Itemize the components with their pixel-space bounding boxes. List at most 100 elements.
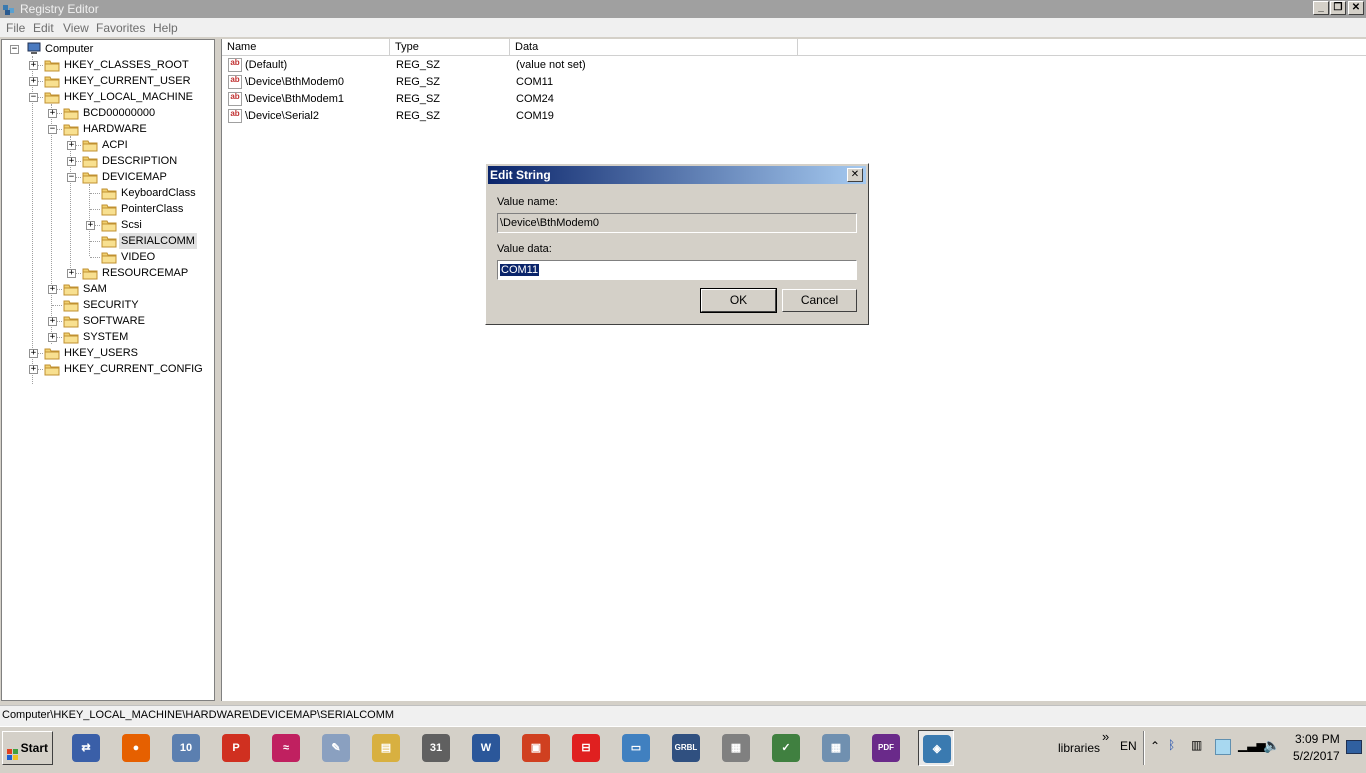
expand-icon[interactable]: + [67, 141, 76, 150]
explorer-icon: ▤ [372, 734, 400, 762]
close-button[interactable]: ✕ [1348, 1, 1364, 15]
taskbar-app-button[interactable]: ▣ [518, 730, 554, 766]
tree-label[interactable]: HKEY_CURRENT_USER [62, 73, 193, 89]
tree-label[interactable]: RESOURCEMAP [100, 265, 190, 281]
registry-tree[interactable]: − Computer + HKEY_CLASSES_ROOT + HKEY_CURRE… [1, 39, 215, 701]
folder-icon [82, 139, 98, 152]
taskbar-app-button[interactable]: 31 [418, 730, 454, 766]
tree-label[interactable]: SECURITY [81, 297, 141, 313]
toolbar-chevron-icon[interactable]: » [1102, 729, 1109, 744]
expand-icon[interactable]: + [29, 61, 38, 70]
tree-label[interactable]: HARDWARE [81, 121, 149, 137]
ok-button[interactable]: OK [700, 288, 777, 313]
tree-label[interactable]: BCD00000000 [81, 105, 157, 121]
collapse-icon[interactable]: − [10, 45, 19, 54]
taskbar-app-button[interactable]: ✓ [768, 730, 804, 766]
column-header-name[interactable]: Name [222, 39, 390, 56]
taskbar-app-button[interactable]: ✎ [318, 730, 354, 766]
menu-view[interactable]: View [63, 21, 89, 35]
value-data-input[interactable]: COM11 [497, 260, 857, 280]
chart-app-icon: ✓ [772, 734, 800, 762]
taskbar-app-button[interactable]: ⊟ [568, 730, 604, 766]
tree-label[interactable]: PointerClass [119, 201, 185, 217]
device-icon[interactable]: ▥ [1191, 738, 1202, 752]
tree-label[interactable]: HKEY_USERS [62, 345, 140, 361]
column-header-data[interactable]: Data [510, 39, 798, 56]
title-bar: Registry Editor _ ❐ ✕ [0, 0, 1366, 18]
libraries-toolbar[interactable]: libraries [1058, 741, 1100, 755]
tree-label[interactable]: Computer [43, 41, 95, 57]
tree-label[interactable]: KeyboardClass [119, 185, 198, 201]
tree-label[interactable]: DEVICEMAP [100, 169, 169, 185]
taskbar-app-button[interactable]: 10 [168, 730, 204, 766]
taskbar-app-button[interactable]: ▦ [718, 730, 754, 766]
language-indicator[interactable]: EN [1120, 739, 1137, 753]
expand-icon[interactable]: + [86, 221, 95, 230]
folder-icon [63, 331, 79, 344]
bluetooth-icon[interactable]: ᛒ [1168, 738, 1175, 752]
taskbar-app-button[interactable]: ⇄ [68, 730, 104, 766]
cancel-button[interactable]: Cancel [782, 289, 857, 312]
folder-icon [44, 75, 60, 88]
expand-icon[interactable]: + [48, 285, 57, 294]
tree-guide [51, 104, 52, 344]
tree-label[interactable]: DESCRIPTION [100, 153, 179, 169]
taskbar-app-button[interactable]: W [468, 730, 504, 766]
taskbar-app-button[interactable]: ◈ [918, 730, 954, 766]
windows-logo-icon [7, 741, 19, 760]
expand-icon[interactable]: + [48, 109, 57, 118]
dialog-close-button[interactable]: ✕ [847, 168, 863, 182]
expand-icon[interactable]: + [29, 349, 38, 358]
collapse-icon[interactable]: − [29, 93, 38, 102]
menu-file[interactable]: File [6, 21, 25, 35]
clock-time[interactable]: 3:09 PM [1295, 732, 1340, 746]
app-red2-icon: ⊟ [572, 734, 600, 762]
clock-date[interactable]: 5/2/2017 [1293, 749, 1340, 763]
tree-label[interactable]: HKEY_LOCAL_MACHINE [62, 89, 195, 105]
expand-icon[interactable]: + [67, 157, 76, 166]
tree-label[interactable]: SERIALCOMM [119, 233, 197, 249]
value-type: REG_SZ [396, 110, 441, 122]
restore-button[interactable]: ❐ [1330, 1, 1346, 15]
network-signal-icon[interactable]: ▁▃▅ [1238, 738, 1266, 752]
expand-icon[interactable]: + [48, 333, 57, 342]
collapse-icon[interactable]: − [67, 173, 76, 182]
minimize-button[interactable]: _ [1313, 1, 1329, 15]
folder-icon [44, 347, 60, 360]
tree-label[interactable]: HKEY_CURRENT_CONFIG [62, 361, 205, 377]
edit-string-dialog: Edit String ✕ Value name: \Device\BthMod… [485, 163, 869, 325]
tree-label[interactable]: SYSTEM [81, 329, 130, 345]
tree-label[interactable]: SOFTWARE [81, 313, 147, 329]
menu-favorites[interactable]: Favorites [96, 21, 145, 35]
taskbar-app-button[interactable]: ▭ [618, 730, 654, 766]
expand-icon[interactable]: + [48, 317, 57, 326]
taskbar-app-button[interactable]: ▤ [368, 730, 404, 766]
status-bar: Computer\HKEY_LOCAL_MACHINE\HARDWARE\DEV… [0, 705, 1366, 726]
taskbar-app-button[interactable]: ● [118, 730, 154, 766]
taskbar-app-button[interactable]: ▦ [818, 730, 854, 766]
start-button[interactable]: Start [2, 731, 53, 765]
collapse-icon[interactable]: − [48, 125, 57, 134]
taskbar-app-button[interactable]: ≈ [268, 730, 304, 766]
taskbar-app-button[interactable]: PDF [868, 730, 904, 766]
volume-icon[interactable]: 🔈 [1263, 737, 1280, 754]
tree-label[interactable]: HKEY_CLASSES_ROOT [62, 57, 191, 73]
tree-label[interactable]: SAM [81, 281, 109, 297]
expand-icon[interactable]: + [29, 77, 38, 86]
taskbar-app-button[interactable]: GRBL [668, 730, 704, 766]
tree-label[interactable]: Scsi [119, 217, 144, 233]
show-hidden-icons-icon[interactable]: ⌃ [1150, 739, 1160, 753]
folder-icon [101, 203, 117, 216]
expand-icon[interactable]: + [67, 269, 76, 278]
taskbar-app-button[interactable]: P [218, 730, 254, 766]
column-header-type[interactable]: Type [390, 39, 510, 56]
dialog-title-bar[interactable]: Edit String ✕ [488, 166, 866, 184]
menu-help[interactable]: Help [153, 21, 178, 35]
display-icon[interactable] [1215, 739, 1231, 755]
values-list[interactable]: Name Type Data ab (Default) REG_SZ (valu… [221, 39, 1366, 701]
tree-label[interactable]: ACPI [100, 137, 130, 153]
show-desktop-icon[interactable] [1346, 740, 1362, 754]
expand-icon[interactable]: + [29, 365, 38, 374]
tree-label[interactable]: VIDEO [119, 249, 157, 265]
menu-edit[interactable]: Edit [33, 21, 54, 35]
